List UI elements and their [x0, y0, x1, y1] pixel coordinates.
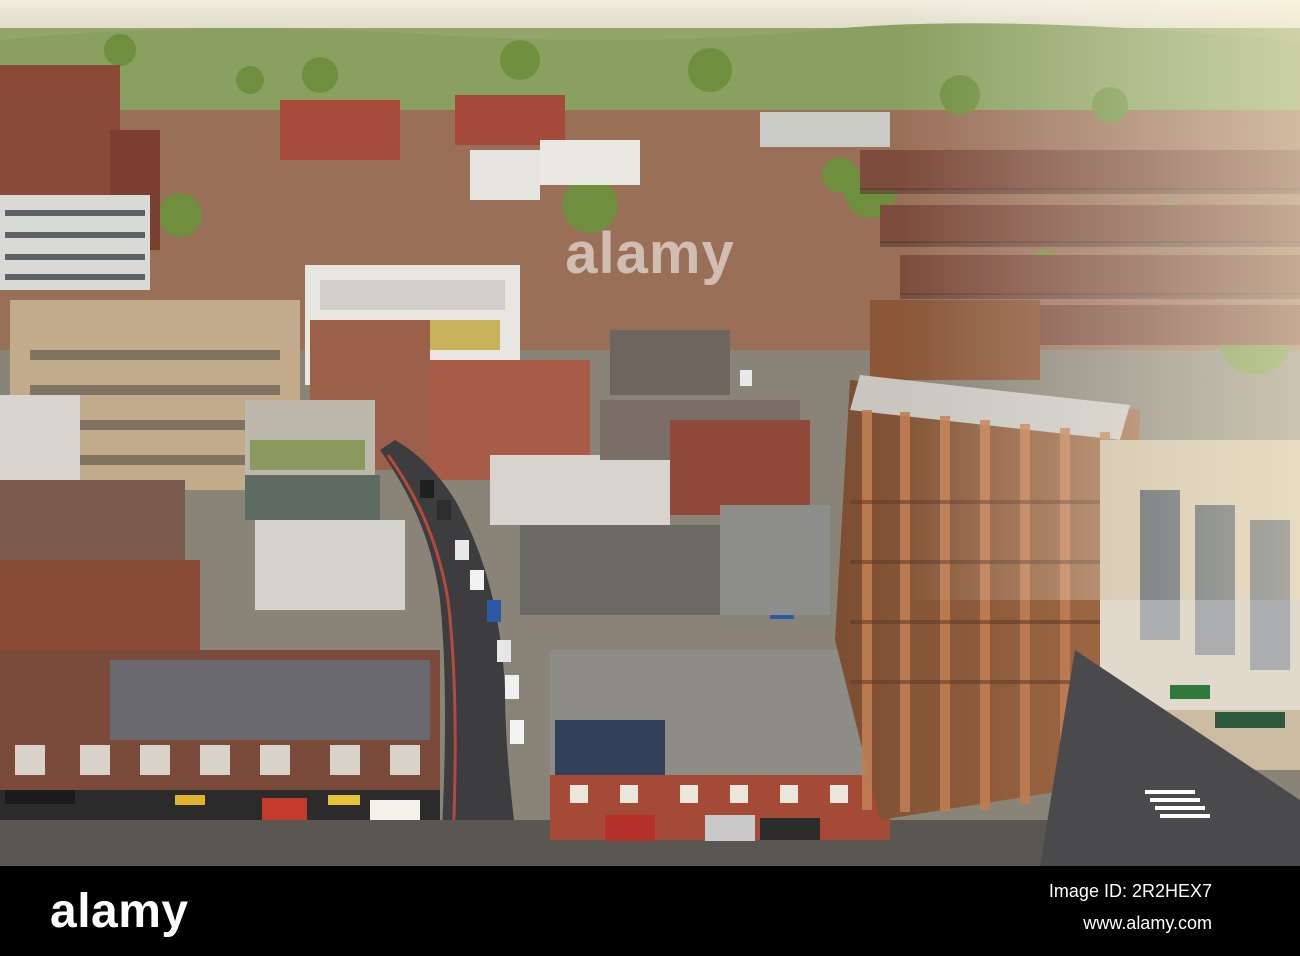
- brick-office-center: [280, 100, 400, 160]
- aerial-town-scene: [0, 0, 1300, 866]
- brick-tower-left: [0, 65, 120, 205]
- stock-footer: alamy Image ID: 2R2HEX7 www.alamy.com: [0, 866, 1300, 956]
- footer-image-id: Image ID: 2R2HEX7: [1048, 881, 1212, 901]
- aerial-photo: alamy: [0, 0, 1300, 866]
- footer-logo: alamy: [50, 885, 189, 938]
- sun-haze: [900, 0, 1300, 600]
- slate-roof-middle: [490, 455, 670, 525]
- footer-site-url[interactable]: www.alamy.com: [1083, 910, 1212, 936]
